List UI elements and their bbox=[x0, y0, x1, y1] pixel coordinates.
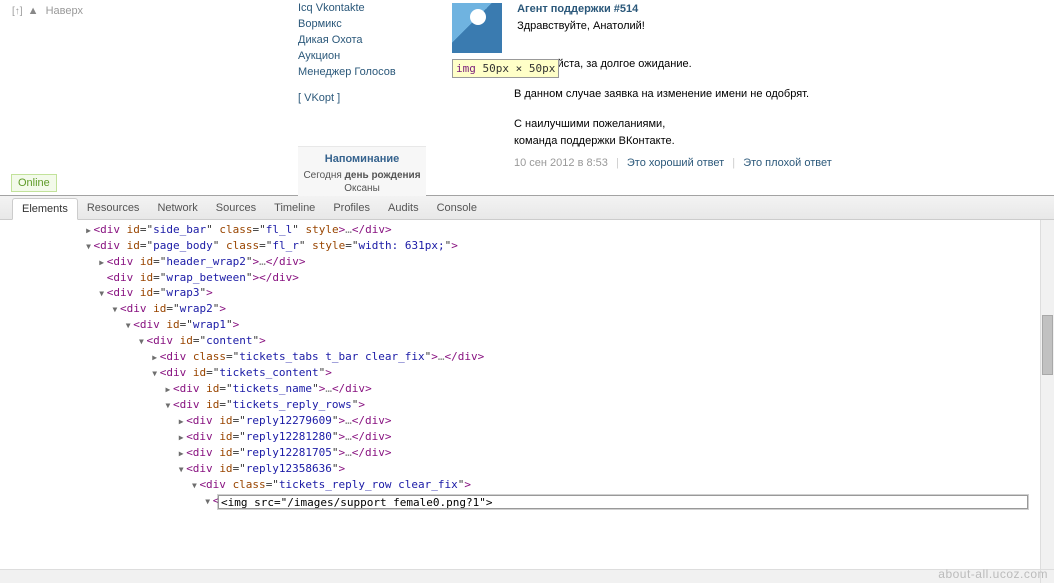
disclosure-down-icon[interactable] bbox=[203, 493, 213, 509]
disclosure-down-icon[interactable] bbox=[189, 477, 199, 493]
dom-node[interactable]: <div id="header_wrap2">…</div> bbox=[4, 254, 1036, 270]
dom-node[interactable]: <div id="tickets_reply_rows"> bbox=[4, 397, 1036, 413]
dom-node[interactable]: <div id="wrap_between"></div> bbox=[4, 270, 1036, 285]
tab-elements[interactable]: Elements bbox=[12, 198, 78, 220]
msg-line-4: С наилучшими пожеланиями, bbox=[514, 118, 1044, 130]
disclosure-down-icon[interactable] bbox=[163, 397, 173, 413]
dom-node[interactable]: <div id="tickets_content"> bbox=[4, 365, 1036, 381]
inspect-tooltip: img 50px × 50px bbox=[452, 59, 559, 78]
dom-node[interactable]: <div id="reply12279609">…</div> bbox=[4, 413, 1036, 429]
support-message: img 50px × 50px Агент поддержки #514 Здр… bbox=[452, 3, 1044, 169]
devtools-panel: Elements Resources Network Sources Timel… bbox=[0, 196, 1054, 583]
dom-node[interactable]: <div id="wrap3"> bbox=[4, 285, 1036, 301]
msg-line-3: В данном случае заявка на изменение имен… bbox=[514, 88, 1044, 100]
disclosure-right-icon[interactable] bbox=[83, 222, 93, 238]
disclosure-down-icon[interactable] bbox=[97, 285, 107, 301]
good-answer-link[interactable]: Это хороший ответ bbox=[627, 157, 724, 169]
dom-node[interactable]: <div id="content"> bbox=[4, 333, 1036, 349]
dom-node[interactable]: <div id="reply12281705">…</div> bbox=[4, 445, 1036, 461]
up-sup: [↑] bbox=[12, 6, 23, 17]
dom-node[interactable]: <div id="wrap2"> bbox=[4, 301, 1036, 317]
dom-node[interactable]: <div id="reply12358636"> bbox=[4, 461, 1036, 477]
tab-network[interactable]: Network bbox=[148, 198, 206, 218]
disclosure-down-icon[interactable] bbox=[176, 461, 186, 477]
tab-timeline[interactable]: Timeline bbox=[265, 198, 324, 218]
disclosure-right-icon[interactable] bbox=[150, 349, 160, 365]
avatar[interactable] bbox=[452, 3, 502, 53]
msg-line-1: Здравствуйте, Анатолий! bbox=[517, 20, 645, 32]
tab-profiles[interactable]: Profiles bbox=[324, 198, 379, 218]
vertical-scrollbar[interactable] bbox=[1040, 220, 1054, 569]
sidebar-link-vormiks[interactable]: Вормикс bbox=[298, 16, 428, 32]
dom-node[interactable]: <div id="wrap1"> bbox=[4, 317, 1036, 333]
scroll-thumb[interactable] bbox=[1042, 315, 1053, 375]
sidebar-link-icq[interactable]: Icq Vkontakte bbox=[298, 0, 428, 16]
disclosure-down-icon[interactable] bbox=[123, 317, 133, 333]
dom-node[interactable]: <div class="tickets_tabs t_bar clear_fix… bbox=[4, 349, 1036, 365]
sidebar-link-vkopt[interactable]: [ VKopt ] bbox=[298, 90, 428, 106]
disclosure-right-icon[interactable] bbox=[163, 381, 173, 397]
reminder-title: Напоминание bbox=[302, 153, 422, 165]
reminder-text: Сегодня день рождения Оксаны bbox=[302, 169, 422, 195]
msg-line-5: команда поддержки ВКонтакте. bbox=[514, 135, 1044, 147]
agent-name[interactable]: Агент поддержки #514 bbox=[517, 3, 645, 15]
tab-sources[interactable]: Sources bbox=[207, 198, 265, 218]
up-arrow-icon: ▲ bbox=[28, 5, 39, 17]
disclosure-down-icon[interactable] bbox=[136, 333, 146, 349]
horizontal-scrollbar[interactable] bbox=[0, 569, 1040, 583]
dom-node[interactable]: <div id="page_body" class="fl_r" style="… bbox=[4, 238, 1036, 254]
scroll-corner bbox=[1040, 569, 1054, 583]
tab-audits[interactable]: Audits bbox=[379, 198, 428, 218]
disclosure-right-icon[interactable] bbox=[97, 254, 107, 270]
dom-tree[interactable]: <div id="side_bar" class="fl_l" style>…<… bbox=[0, 220, 1040, 569]
sidebar-link-okhota[interactable]: Дикая Охота bbox=[298, 32, 428, 48]
sidebar-link-auction[interactable]: Аукцион bbox=[298, 48, 428, 64]
bad-answer-link[interactable]: Это плохой ответ bbox=[743, 157, 832, 169]
online-badge: Online bbox=[11, 174, 57, 192]
dom-node[interactable]: <div id="reply12281280">…</div> bbox=[4, 429, 1036, 445]
disclosure-down-icon[interactable] bbox=[150, 365, 160, 381]
dom-edit-input[interactable] bbox=[218, 495, 1028, 509]
disclosure-down-icon[interactable] bbox=[83, 238, 93, 254]
scroll-top-link[interactable]: [↑] ▲ Наверх bbox=[12, 5, 83, 17]
scroll-top-label: Наверх bbox=[46, 5, 83, 17]
tab-resources[interactable]: Resources bbox=[78, 198, 149, 218]
dom-node[interactable]: <div id="side_bar" class="fl_l" style>…<… bbox=[4, 222, 1036, 238]
dom-node[interactable]: <div id="tickets_name">…</div> bbox=[4, 381, 1036, 397]
sidebar-link-golos[interactable]: Менеджер Голосов bbox=[298, 64, 428, 80]
msg-line-2: , пожалуйста, за долгое ожидание. bbox=[514, 58, 1044, 70]
msg-timestamp: 10 сен 2012 в 8:53 bbox=[514, 157, 608, 169]
disclosure-right-icon[interactable] bbox=[176, 429, 186, 445]
disclosure-down-icon[interactable] bbox=[110, 301, 120, 317]
devtools-tabbar: Elements Resources Network Sources Timel… bbox=[0, 196, 1054, 220]
disclosure-right-icon[interactable] bbox=[176, 445, 186, 461]
dom-node[interactable]: <div class="tickets_reply_row clear_fix"… bbox=[4, 477, 1036, 493]
sidebar-links: Icq Vkontakte Вормикс Дикая Охота Аукцио… bbox=[298, 0, 428, 106]
tab-console[interactable]: Console bbox=[428, 198, 486, 218]
disclosure-right-icon[interactable] bbox=[176, 413, 186, 429]
